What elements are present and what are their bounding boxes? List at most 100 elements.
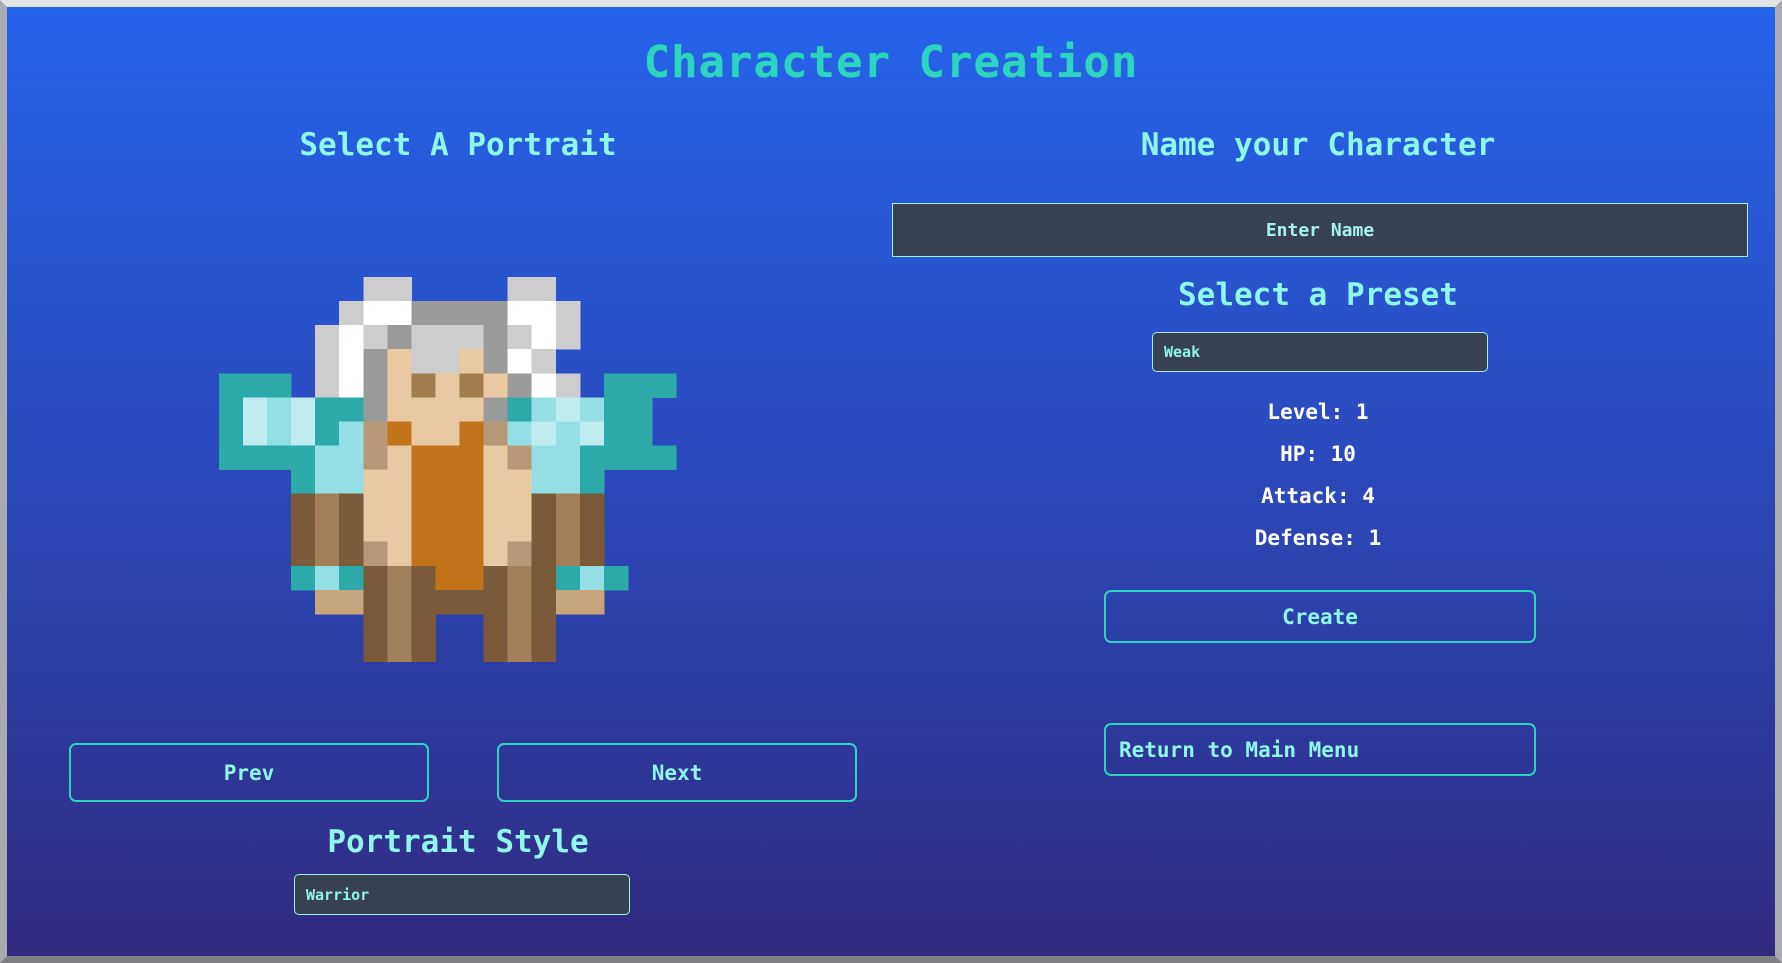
stat-hp: HP: 10 [1280, 442, 1356, 466]
portrait-pixel [363, 349, 388, 374]
portrait-style-select[interactable]: Warrior [294, 874, 630, 915]
portrait-pixel [603, 373, 629, 398]
portrait-pixel [507, 565, 533, 591]
portrait-pixel [555, 445, 581, 470]
portrait-pixel [603, 565, 629, 591]
stat-defense: Defense: 1 [1254, 526, 1382, 550]
portrait-pixel [387, 589, 412, 615]
portrait-pixel [507, 397, 533, 422]
portrait-pixel [339, 469, 364, 495]
portrait-pixel [339, 397, 364, 422]
portrait-pixel [315, 445, 340, 470]
portrait-pixel [627, 373, 653, 398]
portrait-pixel [267, 397, 292, 422]
portrait-pixel [315, 589, 340, 615]
portrait-pixel [483, 589, 509, 615]
portrait-pixel [267, 421, 292, 446]
portrait-pixel [627, 421, 653, 446]
portrait-pixel [507, 349, 533, 374]
portrait-pixel [579, 541, 605, 567]
portrait-pixel [291, 445, 316, 470]
portrait-pixel [483, 541, 509, 567]
create-button[interactable]: Create [1104, 590, 1536, 643]
portrait-pixel [387, 301, 412, 326]
portrait-heading: Select A Portrait [299, 127, 617, 163]
portrait-pixel [387, 373, 412, 398]
portrait-pixel [411, 541, 436, 567]
portrait-pixel [267, 445, 292, 470]
portrait-pixel [315, 421, 340, 446]
portrait-pixel [652, 445, 677, 470]
portrait-pixel [555, 565, 581, 591]
return-to-main-menu-button[interactable]: Return to Main Menu [1104, 723, 1536, 776]
portrait-pixel [339, 421, 364, 446]
portrait-pixel [531, 613, 557, 639]
portrait-pixel [579, 397, 605, 422]
stat-attack: Attack: 4 [1261, 484, 1375, 508]
portrait-pixel [507, 541, 533, 567]
portrait-pixel [531, 373, 557, 398]
next-portrait-button[interactable]: Next [497, 743, 857, 802]
portrait-pixel [435, 493, 460, 519]
portrait-pixel [483, 373, 509, 398]
portrait-pixel [363, 445, 388, 470]
portrait-pixel [387, 493, 412, 519]
portrait-pixel [411, 517, 436, 543]
portrait-style-heading: Portrait Style [327, 824, 589, 860]
portrait-pixel [363, 421, 388, 446]
portrait-pixel [459, 469, 485, 495]
portrait-pixel [291, 517, 316, 543]
portrait-pixel [483, 469, 509, 495]
portrait-pixel [555, 301, 581, 326]
dwarf-warrior-portrait-icon [218, 277, 677, 662]
portrait-pixel [579, 565, 605, 591]
portrait-pixel [363, 613, 388, 639]
portrait-pixel [411, 445, 436, 470]
portrait-pixel [507, 301, 533, 326]
portrait-pixel [435, 349, 460, 374]
portrait-pixel [387, 421, 412, 446]
portrait-pixel [435, 301, 460, 326]
portrait-pixel [627, 445, 653, 470]
portrait-pixel [339, 565, 364, 591]
portrait-pixel [627, 397, 653, 422]
portrait-pixel [483, 349, 509, 374]
portrait-pixel [387, 517, 412, 543]
portrait-pixel [363, 517, 388, 543]
portrait-pixel [387, 541, 412, 567]
portrait-pixel [507, 373, 533, 398]
portrait-pixel [315, 565, 340, 591]
portrait-pixel [507, 637, 533, 662]
portrait-pixel [507, 493, 533, 519]
portrait-pixel [507, 589, 533, 615]
portrait-pixel [435, 565, 460, 591]
portrait-pixel [411, 349, 436, 374]
portrait-pixel [411, 373, 436, 398]
portrait-pixel [411, 637, 436, 662]
portrait-pixel [459, 397, 485, 422]
portrait-pixel [555, 397, 581, 422]
portrait-pixel [483, 493, 509, 519]
portrait-pixel [459, 589, 485, 615]
portrait-pixel [531, 541, 557, 567]
portrait-pixel [315, 397, 340, 422]
portrait-pixel [339, 445, 364, 470]
portrait-pixel [459, 493, 485, 519]
portrait-pixel [531, 637, 557, 662]
portrait-pixel [483, 421, 509, 446]
portrait-pixel [435, 469, 460, 495]
portrait-pixel [387, 637, 412, 662]
portrait-pixel [531, 517, 557, 543]
portrait-pixel [507, 469, 533, 495]
portrait-pixel [435, 421, 460, 446]
portrait-pixel [387, 445, 412, 470]
prev-portrait-button[interactable]: Prev [69, 743, 429, 802]
portrait-pixel [579, 469, 605, 495]
portrait-pixel [652, 373, 677, 398]
portrait-pixel [387, 277, 412, 302]
portrait-pixel [435, 397, 460, 422]
portrait-pixel [411, 469, 436, 495]
portrait-pixel [242, 373, 268, 398]
portrait-pixel [483, 637, 509, 662]
portrait-pixel [435, 325, 460, 350]
